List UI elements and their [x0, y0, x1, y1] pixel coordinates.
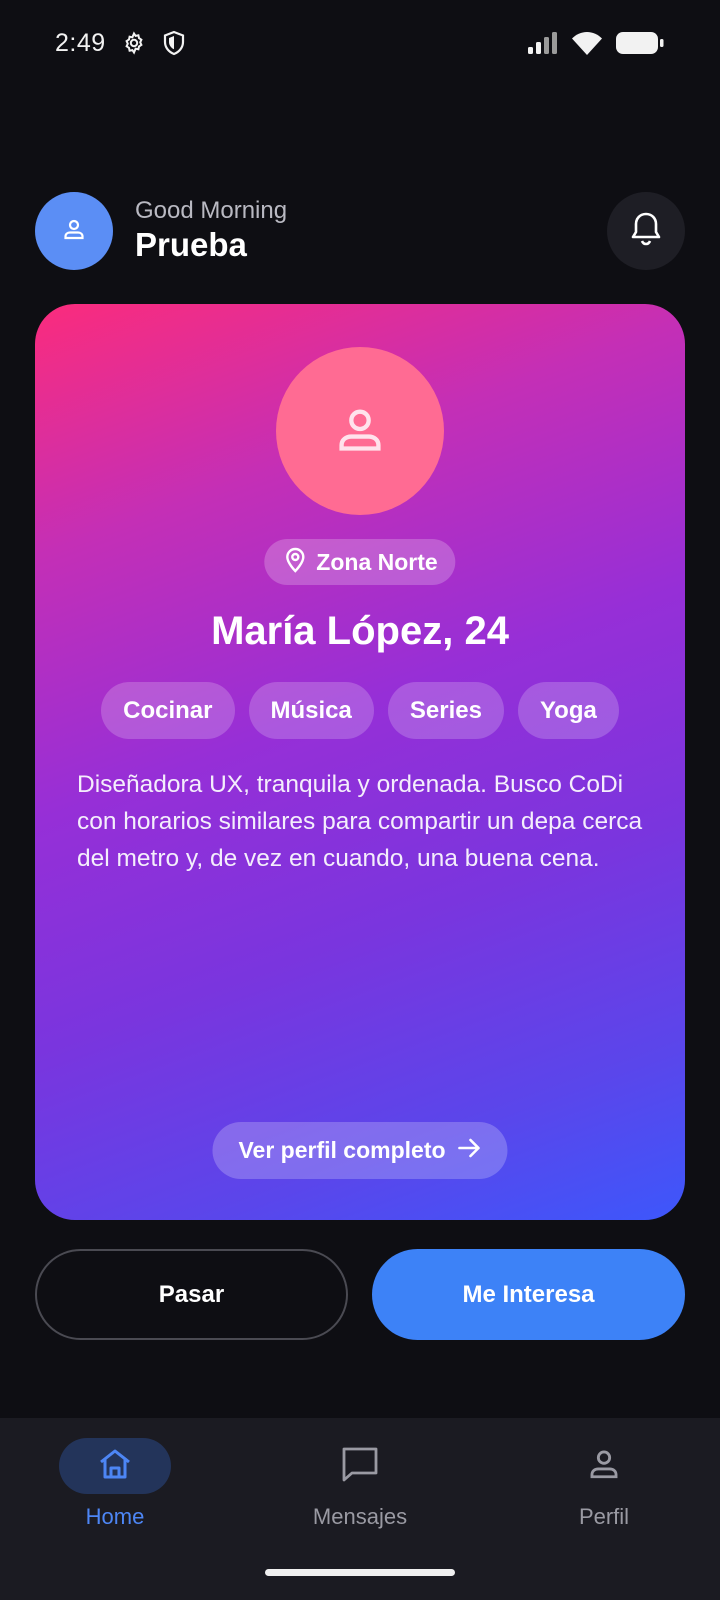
home-indicator[interactable]: [265, 1569, 455, 1576]
nav-label-profile: Perfil: [578, 1504, 630, 1529]
bell-icon: [629, 211, 663, 252]
location-chip: Zona Norte: [264, 539, 456, 585]
person-icon: [587, 1447, 621, 1486]
person-icon: [62, 217, 86, 246]
nav-messages-indicator: [304, 1438, 416, 1494]
notifications-button[interactable]: [607, 192, 685, 270]
nav-item-messages[interactable]: Mensajes: [270, 1438, 450, 1530]
username: Prueba: [135, 226, 247, 263]
status-time: 2:49: [55, 28, 106, 57]
profile-avatar: [276, 347, 444, 515]
interest-button[interactable]: Me Interesa: [372, 1249, 685, 1340]
header-user: Good Morning Prueba: [35, 192, 287, 270]
profile-bio: Diseñadora UX, tranquila y ordenada. Bus…: [77, 771, 643, 872]
interest-tags: Cocinar Música Series Yoga: [35, 682, 685, 739]
nav-home-indicator: [59, 1438, 171, 1494]
view-full-profile-button[interactable]: Ver perfil completo: [212, 1122, 508, 1179]
interest-tag: Yoga: [517, 682, 619, 739]
pass-button[interactable]: Pasar: [35, 1249, 348, 1340]
status-left: 2:49: [55, 29, 186, 58]
battery-icon: [616, 31, 664, 55]
nav-profile-indicator: [548, 1438, 660, 1494]
greeting-block: Good Morning Prueba: [135, 197, 287, 265]
map-pin-icon: [284, 547, 306, 578]
interest-tag: Música: [248, 682, 374, 739]
profile-card[interactable]: Zona Norte María López, 24 Cocinar Músic…: [35, 304, 685, 1220]
wifi-icon: [572, 31, 602, 55]
person-icon: [334, 403, 386, 460]
nav-label-messages: Mensajes: [312, 1504, 408, 1529]
interest-tag: Cocinar: [101, 682, 235, 739]
profile-name: María López, 24: [211, 609, 509, 653]
greeting-text: Good Morning: [135, 197, 288, 224]
nav-label-home: Home: [85, 1504, 145, 1529]
arrow-right-icon: [458, 1137, 482, 1164]
interest-tag: Series: [387, 682, 504, 739]
location-label: Zona Norte: [316, 548, 438, 575]
signal-icon: [528, 32, 558, 54]
status-bar: 2:49: [0, 0, 720, 86]
settings-gear-icon: [122, 31, 146, 55]
shield-icon: [162, 30, 186, 56]
status-right: [528, 31, 664, 55]
home-icon: [98, 1448, 132, 1485]
user-avatar[interactable]: [35, 192, 113, 270]
nav-item-profile[interactable]: Perfil: [514, 1438, 694, 1530]
message-icon: [341, 1446, 379, 1487]
view-profile-label: Ver perfil completo: [238, 1137, 446, 1163]
nav-item-home[interactable]: Home: [25, 1438, 205, 1530]
header: Good Morning Prueba: [35, 192, 685, 270]
